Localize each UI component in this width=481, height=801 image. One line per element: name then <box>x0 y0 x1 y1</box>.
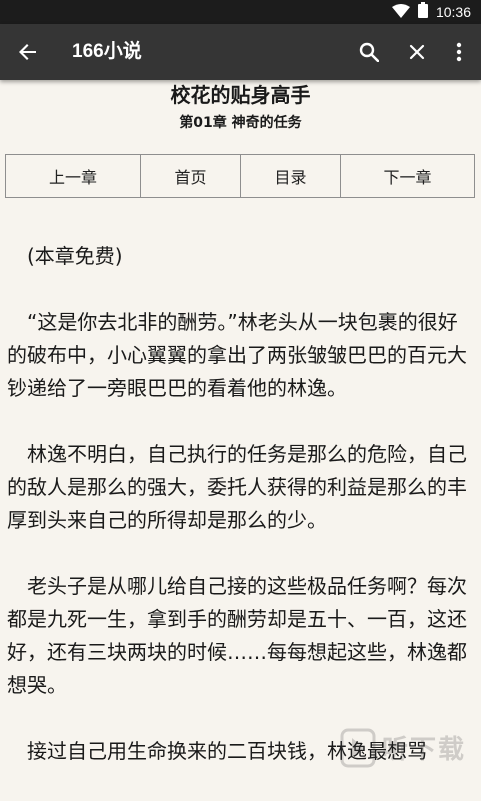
more-vertical-icon <box>456 42 462 62</box>
status-icons: 10:36 <box>391 0 471 24</box>
status-bar: 10:36 <box>0 0 481 24</box>
next-chapter-button[interactable]: 下一章 <box>341 155 474 197</box>
search-button[interactable] <box>345 24 393 80</box>
chapter-nav: 上一章 首页 目录 下一章 <box>5 154 475 198</box>
home-button[interactable]: 首页 <box>141 155 241 197</box>
paragraph: 老头子是从哪儿给自己接的这些极品任务啊？每次都是九死一生，拿到手的酬劳却是五十、… <box>7 574 467 697</box>
paragraph: 林逸不明白，自己执行的任务是那么的危险，自己的敌人是那么的强大，委托人获得的利益… <box>7 442 467 532</box>
paragraph: 接过自己用生命换来的二百块钱，林逸最想骂 <box>27 739 427 763</box>
search-icon <box>359 42 379 62</box>
more-options-button[interactable] <box>435 24 481 80</box>
toc-button[interactable]: 目录 <box>241 155 341 197</box>
paragraph: “这是你去北非的酬劳。”林老头从一块包裹的很好的破布中，小心翼翼的拿出了两张皱皱… <box>7 310 467 400</box>
battery-icon <box>417 2 428 22</box>
back-button[interactable] <box>4 24 52 80</box>
chapter-title: 第01章 神奇的任务 <box>179 115 302 131</box>
close-icon <box>409 44 425 60</box>
status-time: 10:36 <box>435 4 471 20</box>
paragraph: (本章免费) <box>27 244 123 268</box>
app-title: 166小说 <box>72 41 142 62</box>
chapter-content: (本章免费) “这是你去北非的酬劳。”林老头从一块包裹的很好的破布中，小心翼翼的… <box>7 240 475 801</box>
book-title: 校花的贴身高手 <box>170 83 311 107</box>
app-bar: 166小说 <box>0 24 481 80</box>
close-button[interactable] <box>393 24 441 80</box>
wifi-icon <box>391 3 410 22</box>
back-arrow-icon <box>19 44 36 60</box>
prev-chapter-button[interactable]: 上一章 <box>6 155 141 197</box>
